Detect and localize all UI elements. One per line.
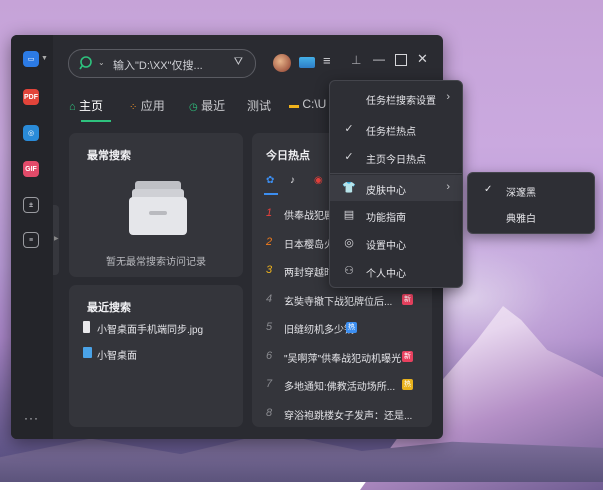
menu-item-profile[interactable]: ⚇ 个人中心 (330, 258, 462, 284)
menu-item-label: 功能指南 (366, 213, 406, 224)
menu-item-taskbar-search-settings[interactable]: 任务栏搜索设置 › (330, 85, 462, 111)
shirt-icon: 👕 (342, 182, 356, 194)
menu-item-settings[interactable]: ◎ 设置中心 (330, 230, 462, 256)
menu-item-taskbar-hot[interactable]: ✓ 任务栏热点 (330, 116, 462, 142)
menu-item-label: 主页今日热点 (366, 155, 426, 166)
check-icon: ✓ (344, 123, 354, 135)
settings-icon: ◎ (344, 237, 354, 249)
menu-item-label: 皮肤中心 (366, 186, 406, 197)
main-menu-dropdown: 任务栏搜索设置 › ✓ 任务栏热点 ✓ 主页今日热点 👕 皮肤中心 › ▤ 功能… (329, 80, 463, 288)
user-icon: ⚇ (344, 265, 354, 277)
chevron-right-icon: › (446, 181, 450, 193)
menu-divider (330, 173, 462, 174)
menu-item-skin-center[interactable]: 👕 皮肤中心 › (330, 175, 462, 201)
skin-option-light[interactable]: 典雅白 (468, 204, 594, 228)
menu-item-label: 设置中心 (366, 241, 406, 252)
annotation-arrow (329, 99, 362, 190)
menu-item-guide[interactable]: ▤ 功能指南 (330, 202, 462, 228)
check-icon: ✓ (344, 151, 354, 163)
menu-item-label: 任务栏搜索设置 (366, 96, 436, 107)
skin-option-label: 典雅白 (506, 214, 536, 225)
menu-item-label: 任务栏热点 (366, 127, 416, 138)
skin-option-label: 深邃黑 (506, 188, 536, 199)
menu-item-home-hot[interactable]: ✓ 主页今日热点 (330, 144, 462, 170)
chevron-right-icon: › (446, 91, 450, 103)
check-icon: ✓ (484, 184, 493, 195)
guide-icon: ▤ (343, 209, 355, 221)
skin-submenu: ✓ 深邃黑 典雅白 (467, 172, 595, 234)
menu-item-label: 个人中心 (366, 269, 406, 280)
skin-option-dark[interactable]: ✓ 深邃黑 (468, 178, 594, 202)
